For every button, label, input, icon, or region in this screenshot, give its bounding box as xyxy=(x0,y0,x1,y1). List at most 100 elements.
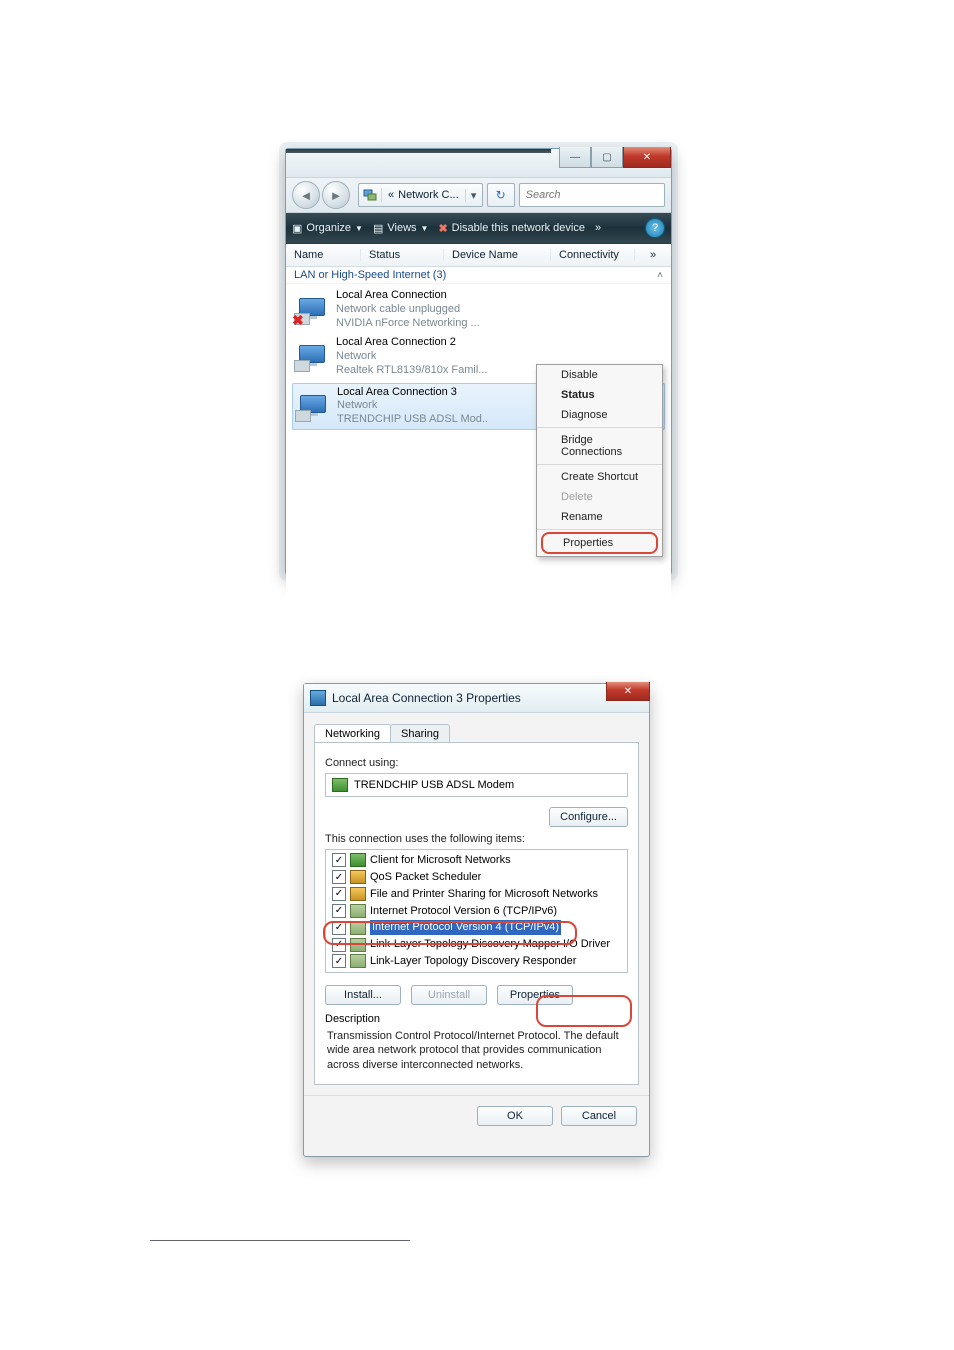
unplugged-icon: ✖ xyxy=(292,312,304,329)
context-menu: Disable Status Diagnose Bridge Connectio… xyxy=(536,364,663,557)
explorer-toolbar: ▣ Organize ▼ ▤ Views ▼ ✖ Disable this ne… xyxy=(286,213,671,244)
list-item-selected[interactable]: ✓ Internet Protocol Version 4 (TCP/IPv4) xyxy=(326,919,627,936)
item-title: Local Area Connection xyxy=(336,289,480,303)
adapter-field: TRENDCHIP USB ADSL Modem xyxy=(325,773,628,797)
menu-separator xyxy=(537,529,662,530)
menu-delete: Delete xyxy=(537,487,662,507)
disable-icon: ✖ xyxy=(438,222,447,235)
toolbar-overflow[interactable]: » xyxy=(595,222,601,234)
checkbox[interactable]: ✓ xyxy=(332,870,346,884)
item-title: Local Area Connection 3 xyxy=(337,386,488,400)
description-text: Transmission Control Protocol/Internet P… xyxy=(327,1029,626,1072)
dialog-titlebar: Local Area Connection 3 Properties ✕ xyxy=(304,684,649,713)
list-item[interactable]: ✓ Client for Microsoft Networks xyxy=(326,852,627,869)
dialog-footer: OK Cancel xyxy=(304,1095,649,1136)
minimize-button[interactable]: — xyxy=(559,147,591,168)
help-button[interactable]: ? xyxy=(645,218,665,238)
address-bar-row: ◄ ► « Network C... ▾ ↻ xyxy=(286,178,671,213)
checkbox[interactable]: ✓ xyxy=(332,938,346,952)
close-button[interactable]: ✕ xyxy=(606,682,650,701)
menu-properties[interactable]: Properties xyxy=(541,532,658,554)
toolbar-views[interactable]: ▤ Views ▼ xyxy=(373,222,428,235)
adapter-name: TRENDCHIP USB ADSL Modem xyxy=(354,779,514,791)
items-label: This connection uses the following items… xyxy=(325,833,628,845)
refresh-button[interactable]: ↻ xyxy=(487,183,515,207)
checkbox[interactable]: ✓ xyxy=(332,921,346,935)
client-icon xyxy=(350,853,366,867)
group-label: LAN or High-Speed Internet (3) xyxy=(294,269,446,281)
search-input[interactable] xyxy=(524,188,660,202)
col-name[interactable]: Name xyxy=(286,249,361,261)
menu-separator xyxy=(537,464,662,465)
checkbox[interactable]: ✓ xyxy=(332,904,346,918)
breadcrumb[interactable]: « Network C... ▾ xyxy=(358,183,483,207)
chevron-down-icon: ▼ xyxy=(355,224,363,233)
group-header[interactable]: LAN or High-Speed Internet (3) ˄ xyxy=(286,267,671,284)
maximize-button[interactable]: ▢ xyxy=(591,147,623,168)
list-item[interactable]: ✓ Internet Protocol Version 6 (TCP/IPv6) xyxy=(326,903,627,920)
adapter-icon xyxy=(294,336,330,372)
menu-status[interactable]: Status xyxy=(537,385,662,405)
protocol-icon xyxy=(350,904,366,918)
description-label: Description xyxy=(325,1013,628,1025)
menu-disable[interactable]: Disable xyxy=(537,365,662,385)
uninstall-button: Uninstall xyxy=(411,985,487,1005)
checkbox[interactable]: ✓ xyxy=(332,887,346,901)
chevron-down-icon: ▼ xyxy=(421,224,429,233)
item-status: Network cable unplugged xyxy=(336,303,480,317)
adapter-icon xyxy=(295,386,331,422)
tab-strip: Networking Sharing xyxy=(314,721,639,743)
item-status: Network xyxy=(336,350,487,364)
tab-sharing[interactable]: Sharing xyxy=(390,724,450,743)
item-device: Realtek RTL8139/810x Famil... xyxy=(336,364,487,378)
checkbox[interactable]: ✓ xyxy=(332,954,346,968)
service-icon xyxy=(350,870,366,884)
back-button[interactable]: ◄ xyxy=(292,181,320,209)
menu-rename[interactable]: Rename xyxy=(537,507,662,527)
list-item[interactable]: ✓ QoS Packet Scheduler xyxy=(326,869,627,886)
item-device: TRENDCHIP USB ADSL Mod.. xyxy=(337,413,488,427)
service-icon xyxy=(350,887,366,901)
item-title: Local Area Connection 2 xyxy=(336,336,487,350)
search-field[interactable] xyxy=(519,183,665,207)
toolbar-organize[interactable]: ▣ Organize ▼ xyxy=(292,222,363,235)
views-icon: ▤ xyxy=(373,222,383,235)
menu-bridge[interactable]: Bridge Connections xyxy=(537,430,662,462)
menu-diagnose[interactable]: Diagnose xyxy=(537,405,662,425)
properties-button[interactable]: Properties xyxy=(497,985,573,1005)
column-headers: Name Status Device Name Connectivity » xyxy=(286,244,671,267)
connect-using-label: Connect using: xyxy=(325,757,628,769)
close-button[interactable]: ✕ xyxy=(623,147,671,168)
forward-button[interactable]: ► xyxy=(322,181,350,209)
item-device: NVIDIA nForce Networking ... xyxy=(336,317,480,331)
network-icon xyxy=(359,188,382,202)
item-status: Network xyxy=(337,399,488,413)
adapter-icon xyxy=(310,690,326,706)
breadcrumb-prefix: « xyxy=(388,189,394,201)
configure-button[interactable]: Configure... xyxy=(549,807,628,827)
tab-networking[interactable]: Networking xyxy=(314,724,391,743)
col-connectivity[interactable]: Connectivity xyxy=(551,249,635,261)
breadcrumb-dropdown[interactable]: ▾ xyxy=(465,189,482,202)
dialog-title: Local Area Connection 3 Properties xyxy=(332,691,521,705)
menu-separator xyxy=(537,427,662,428)
list-item[interactable]: ✓ File and Printer Sharing for Microsoft… xyxy=(326,886,627,903)
ok-button[interactable]: OK xyxy=(477,1106,553,1126)
col-overflow[interactable]: » xyxy=(635,249,671,261)
col-device-name[interactable]: Device Name xyxy=(444,249,551,261)
tab-panel-networking: Connect using: TRENDCHIP USB ADSL Modem … xyxy=(314,742,639,1085)
list-item[interactable]: ✓ Link-Layer Topology Discovery Responde… xyxy=(326,953,627,970)
list-item[interactable]: ✖ Local Area Connection Network cable un… xyxy=(286,286,671,333)
list-item[interactable]: ✓ Link-Layer Topology Discovery Mapper I… xyxy=(326,936,627,953)
col-status[interactable]: Status xyxy=(361,249,444,261)
page-divider xyxy=(150,1240,410,1241)
protocol-icon xyxy=(350,938,366,952)
network-connections-window: — ▢ ✕ ◄ ► « Network C... ▾ ↻ ▣ Organize … xyxy=(285,148,672,575)
adapter-mini-icon xyxy=(332,778,348,792)
checkbox[interactable]: ✓ xyxy=(332,853,346,867)
install-button[interactable]: Install... xyxy=(325,985,401,1005)
toolbar-disable-device[interactable]: ✖ Disable this network device xyxy=(438,222,585,235)
connection-properties-dialog: Local Area Connection 3 Properties ✕ Net… xyxy=(303,683,650,1157)
menu-shortcut[interactable]: Create Shortcut xyxy=(537,467,662,487)
cancel-button[interactable]: Cancel xyxy=(561,1106,637,1126)
